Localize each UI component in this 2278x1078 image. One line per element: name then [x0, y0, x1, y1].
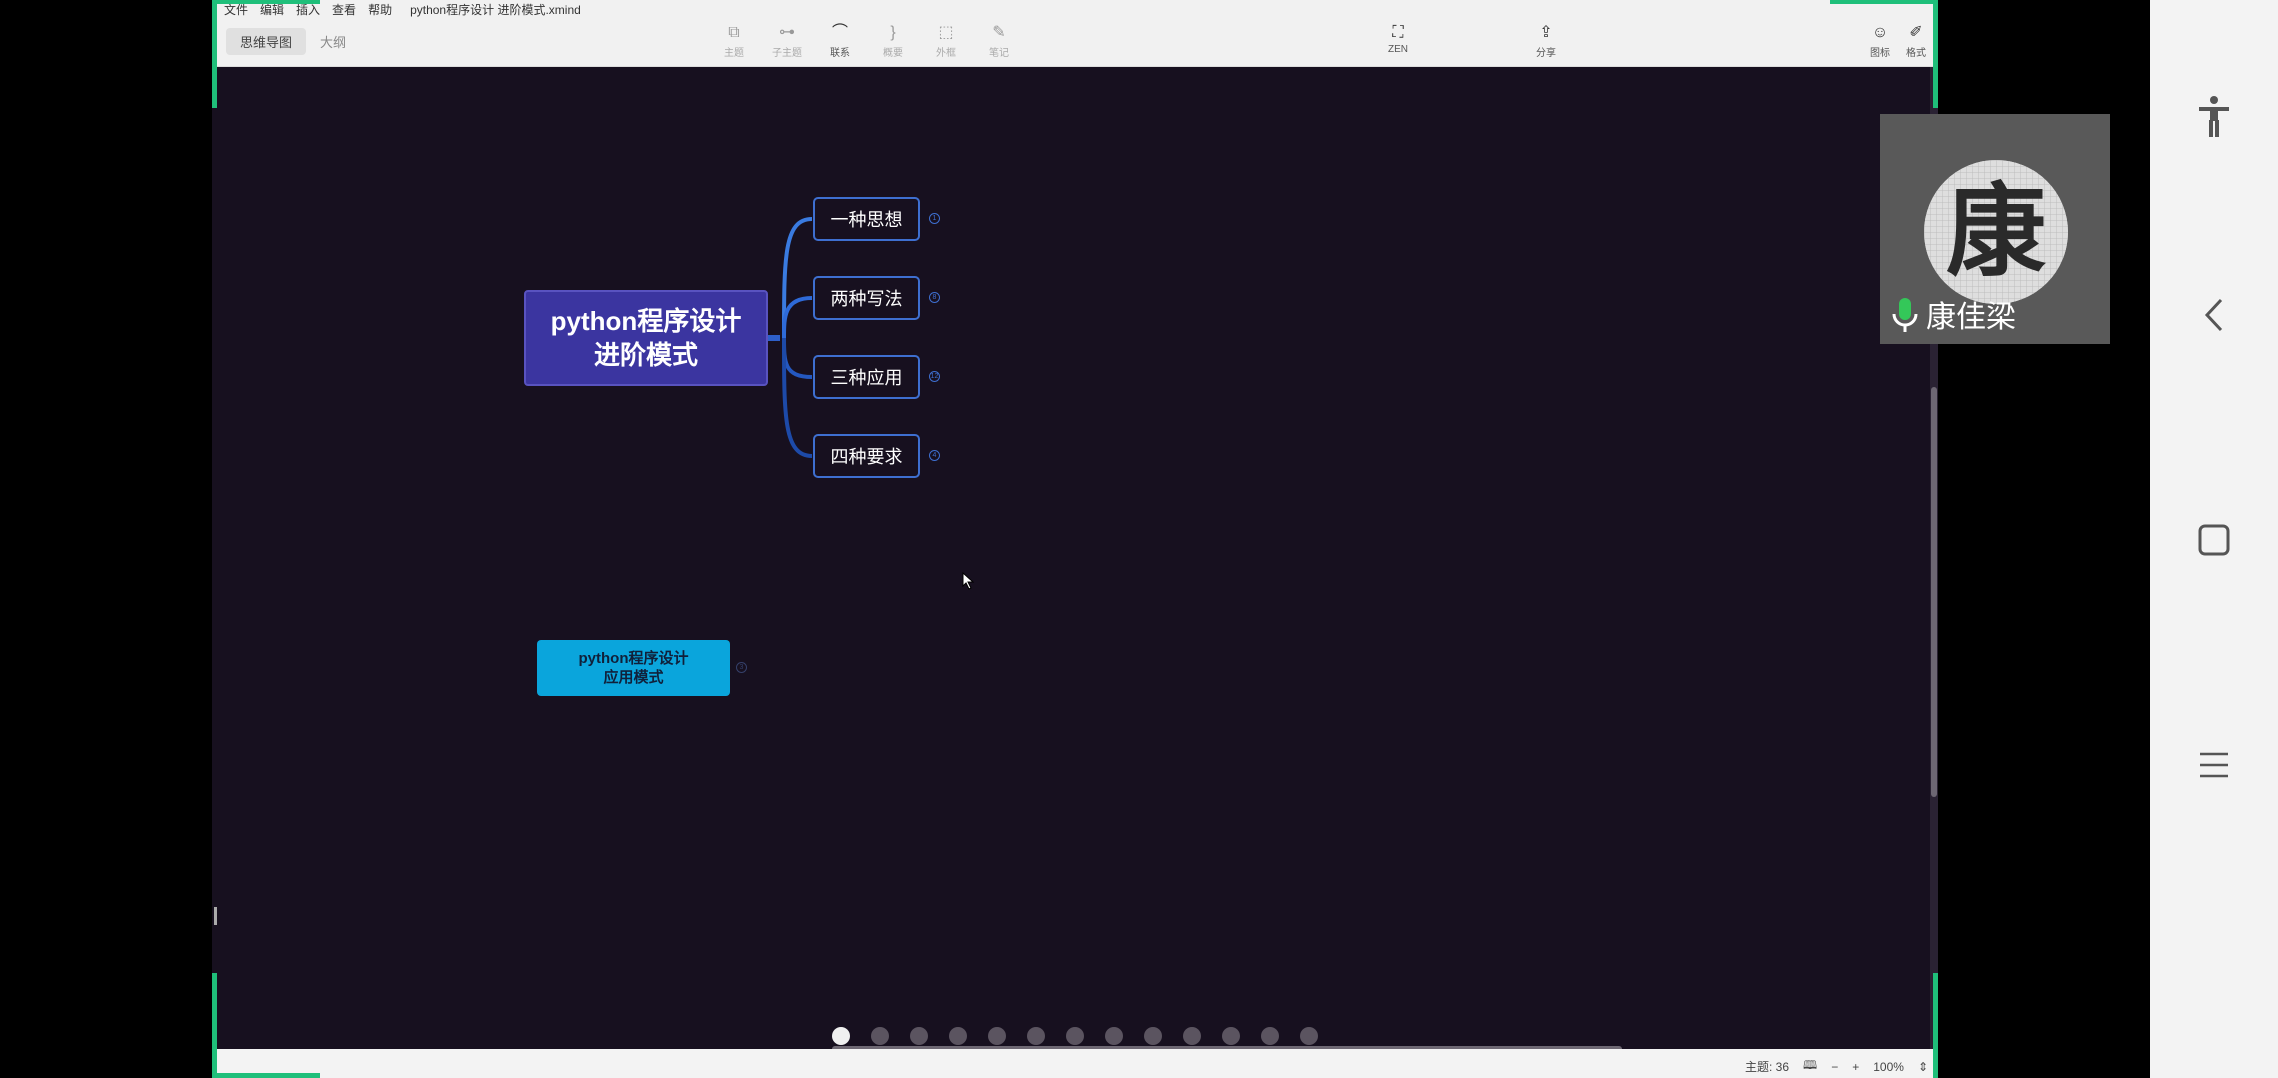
page-dot[interactable] [1144, 1027, 1162, 1045]
tab-mindmap[interactable]: 思维导图 [226, 28, 307, 55]
avatar: 康 [1924, 160, 2068, 304]
page-dot[interactable] [832, 1027, 850, 1045]
summary-button[interactable]: } 概要 [871, 22, 915, 62]
floating-topic[interactable]: python程序设计 应用模式 [537, 640, 730, 696]
brush-icon: ✐ [1909, 24, 1923, 41]
floating-collapse-badge[interactable]: 3 [736, 662, 747, 673]
fullscreen-icon: ⛶ [1392, 24, 1404, 41]
page-dot[interactable] [1066, 1027, 1084, 1045]
zoom-level[interactable]: 100% [1873, 1060, 1904, 1074]
style-panel-button[interactable]: ✐ 格式 [1894, 22, 1938, 62]
participant-video[interactable]: 康 康佳梁 [1880, 114, 2110, 344]
page-dot[interactable] [1183, 1027, 1201, 1045]
menu-bar: 文件 编辑 插入 查看 帮助 python程序设计 进阶模式.xmind [212, 0, 1938, 18]
page-dot[interactable] [949, 1027, 967, 1045]
back-button[interactable] [2150, 280, 2278, 350]
sheet-pagination [832, 1027, 1318, 1045]
page-dot[interactable] [1222, 1027, 1240, 1045]
mouse-cursor-icon [962, 572, 975, 590]
topic-button[interactable]: ⧉ 主题 [712, 22, 756, 62]
microphone-icon [1892, 298, 1918, 332]
hamburger-icon [2200, 752, 2228, 778]
collapse-badge-1[interactable]: 1 [929, 213, 940, 224]
android-nav-bar [2150, 0, 2278, 1078]
share-button[interactable]: ⇪ 分享 [1524, 22, 1568, 62]
topic-count: 主题: 36 [1745, 1060, 1790, 1074]
screen-left-margin [0, 0, 212, 1078]
central-topic[interactable]: python程序设计 进阶模式 [524, 290, 768, 386]
branch-topic-1[interactable]: 一种思想 [813, 197, 920, 241]
menu-view[interactable]: 查看 [332, 1, 356, 18]
page-dot[interactable] [1105, 1027, 1123, 1045]
window-title: python程序设计 进阶模式.xmind [410, 2, 581, 17]
tab-outline[interactable]: 大纲 [306, 28, 360, 55]
left-panel-handle[interactable] [214, 907, 217, 925]
page-dot[interactable] [1027, 1027, 1045, 1045]
collapse-badge-4[interactable]: 4 [929, 450, 940, 461]
boundary-icon: ⬚ [938, 24, 954, 41]
subtopic-icon: ⊶ [779, 24, 795, 41]
branch-topic-3[interactable]: 三种应用 [813, 355, 920, 399]
relation-button[interactable]: ⌒ 联系 [818, 22, 862, 62]
boundary-button[interactable]: ⬚ 外框 [924, 22, 968, 62]
summary-icon: } [890, 24, 896, 41]
page-dot[interactable] [1261, 1027, 1279, 1045]
topic-icon: ⧉ [728, 24, 740, 41]
subtopic-button[interactable]: ⊶ 子主题 [765, 22, 809, 62]
map-icon[interactable]: 🕮 [1803, 1056, 1817, 1077]
page-dot[interactable] [910, 1027, 928, 1045]
branch-topic-2[interactable]: 两种写法 [813, 276, 920, 320]
zoom-in-button[interactable]: + [1852, 1060, 1859, 1074]
participant-name: 康佳梁 [1926, 301, 2016, 334]
collapse-badge-2[interactable]: 8 [929, 292, 940, 303]
svg-text:康: 康 [1946, 173, 2046, 290]
recording-frame-marker [212, 1073, 320, 1078]
accessibility-button[interactable] [2150, 82, 2278, 152]
note-button[interactable]: ✎ 笔记 [977, 22, 1021, 62]
vertical-scroll-thumb[interactable] [1931, 387, 1937, 797]
view-toggle: 思维导图 大纲 [226, 28, 360, 55]
zoom-stepper-icon[interactable]: ⇕ [1918, 1060, 1928, 1074]
note-icon: ✎ [992, 24, 1006, 41]
relation-icon: ⌒ [831, 24, 848, 41]
branch-connectors [768, 217, 813, 458]
avatar-pattern: 康 [1924, 160, 2068, 304]
page-dot[interactable] [1300, 1027, 1318, 1045]
recording-frame-marker [212, 0, 320, 4]
zoom-out-button[interactable]: − [1831, 1060, 1838, 1074]
square-icon [2198, 524, 2230, 556]
branch-topic-4[interactable]: 四种要求 [813, 434, 920, 478]
zen-button[interactable]: ⛶ ZEN [1376, 22, 1420, 62]
share-icon: ⇪ [1539, 24, 1553, 41]
status-bar: 主题: 36 🕮 − + 100% ⇕ [212, 1049, 1938, 1078]
accessibility-icon [2199, 96, 2229, 137]
mindmap-canvas[interactable]: python程序设计 进阶模式 一种思想 1 两种写法 8 三种应用 12 四种要… [212, 67, 1930, 1049]
chevron-left-icon [2204, 298, 2223, 332]
menu-help[interactable]: 帮助 [368, 1, 392, 18]
recording-frame-marker [212, 973, 217, 1078]
home-button[interactable] [2150, 505, 2278, 575]
toolbar: 思维导图 大纲 ⧉ 主题 ⊶ 子主题 ⌒ 联系 } 概要 ⬚ 外框 ✎ 笔记 ⛶ ZEN ⇪ 分… [212, 18, 1938, 67]
xmind-window: 文件 编辑 插入 查看 帮助 python程序设计 进阶模式.xmind 思维导… [212, 0, 1938, 1078]
menu-button[interactable] [2150, 730, 2278, 800]
page-dot[interactable] [988, 1027, 1006, 1045]
recording-frame-marker [1830, 0, 1938, 4]
recording-frame-marker [212, 0, 217, 108]
collapse-badge-3[interactable]: 12 [929, 371, 940, 382]
page-dot[interactable] [871, 1027, 889, 1045]
